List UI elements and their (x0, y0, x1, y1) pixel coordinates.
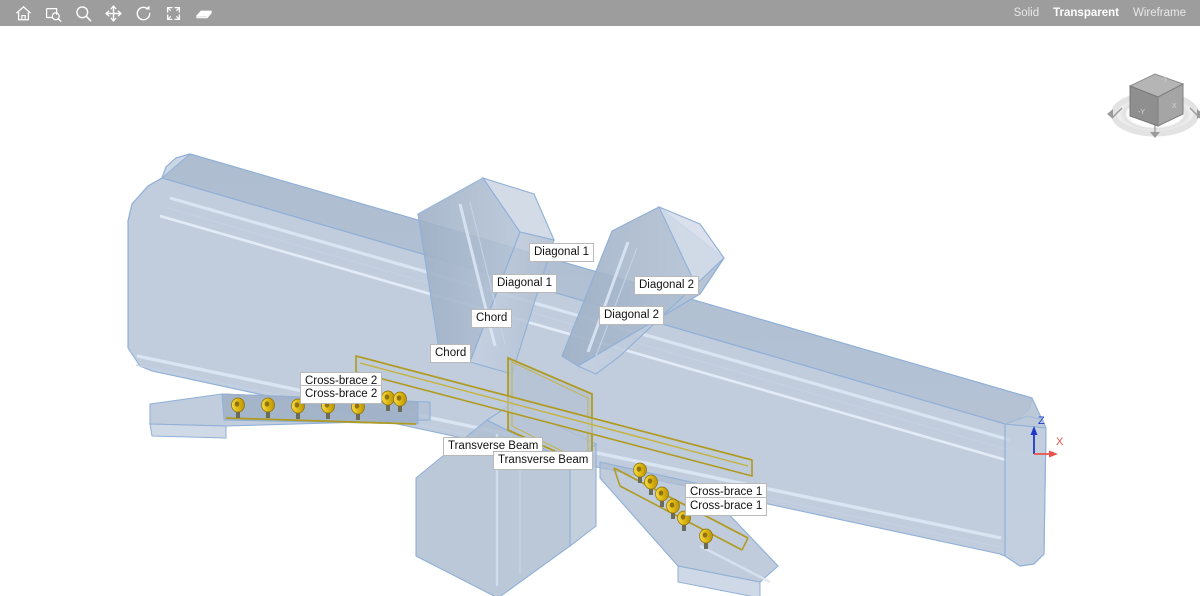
model-label-diagonal-1-b[interactable]: Diagonal 1 (492, 274, 557, 293)
model-label-chord-a[interactable]: Chord (471, 309, 512, 328)
view-mode-wireframe[interactable]: Wireframe (1133, 7, 1186, 19)
pan-icon[interactable] (98, 0, 128, 26)
model-label-diagonal-2-a[interactable]: Diagonal 2 (634, 276, 699, 295)
toolbar-tool-group (0, 0, 218, 26)
model-label-chord-b[interactable]: Chord (430, 344, 471, 363)
zoom-selection-icon[interactable] (38, 0, 68, 26)
view-mode-group: Solid Transparent Wireframe (1014, 7, 1200, 19)
model-viewport-3d[interactable]: Z X -Y -Y X Diagonal 1 Diagonal (0, 26, 1200, 596)
axis-label-x: X (1056, 436, 1064, 448)
axis-label-z: Z (1038, 415, 1045, 427)
model-label-cross-brace-2-b[interactable]: Cross-brace 2 (300, 385, 382, 404)
model-label-diagonal-1-a[interactable]: Diagonal 1 (529, 243, 594, 262)
view-mode-transparent[interactable]: Transparent (1053, 7, 1119, 19)
view-cube-face-label: -Y (1161, 77, 1168, 84)
view-cube-face-label: -Y (1138, 109, 1145, 116)
member-view-icon[interactable] (188, 0, 218, 26)
rotate-icon[interactable] (128, 0, 158, 26)
view-cube-face-label: X (1172, 103, 1177, 110)
toolbar: Solid Transparent Wireframe (0, 0, 1200, 26)
model-label-transverse-beam-b[interactable]: Transverse Beam (493, 451, 593, 470)
home-icon[interactable] (8, 0, 38, 26)
view-mode-solid[interactable]: Solid (1014, 7, 1040, 19)
model-label-diagonal-2-b[interactable]: Diagonal 2 (599, 306, 664, 325)
model-label-cross-brace-1-b[interactable]: Cross-brace 1 (685, 497, 767, 516)
search-icon[interactable] (68, 0, 98, 26)
fit-to-screen-icon[interactable] (158, 0, 188, 26)
view-cube[interactable]: -Y -Y X (1107, 74, 1200, 138)
